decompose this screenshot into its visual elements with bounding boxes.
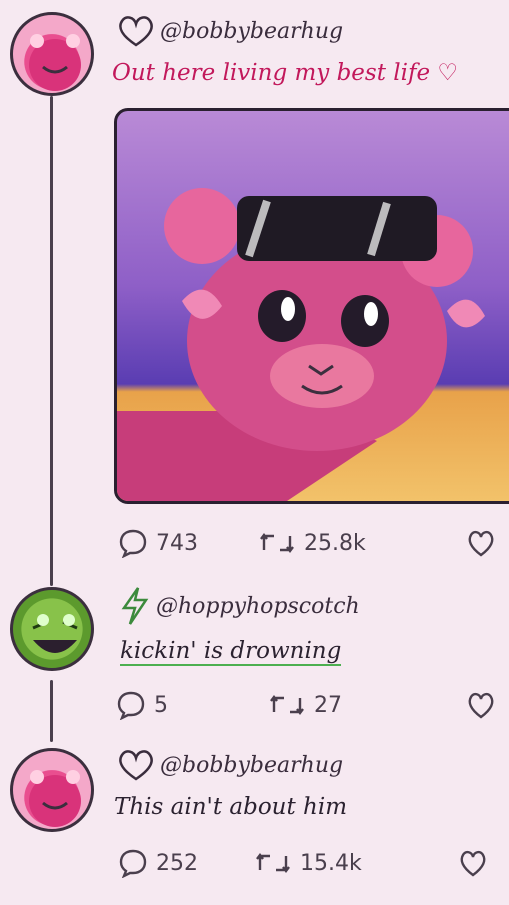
comment-icon bbox=[119, 529, 147, 558]
comment-icon bbox=[117, 691, 145, 720]
like-button[interactable] bbox=[466, 529, 496, 557]
repost-button[interactable]: 27 bbox=[268, 692, 342, 718]
frog-avatar-icon bbox=[32, 614, 78, 653]
comment-count: 252 bbox=[156, 850, 198, 876]
thread-line-1 bbox=[50, 96, 53, 586]
post-header: @hoppyhopscotch bbox=[118, 586, 360, 626]
avatar[interactable] bbox=[10, 748, 94, 832]
repost-count: 25.8k bbox=[304, 530, 366, 556]
comment-button[interactable]: 252 bbox=[118, 848, 198, 878]
repost-icon bbox=[256, 853, 290, 873]
post-text: kickin' is drowning bbox=[120, 638, 342, 666]
comment-count: 5 bbox=[154, 692, 168, 718]
post-actions: 5 27 bbox=[116, 690, 509, 720]
comment-button[interactable]: 743 bbox=[118, 528, 198, 558]
avatar[interactable] bbox=[10, 587, 94, 671]
comment-button[interactable]: 5 bbox=[116, 690, 168, 720]
heart-icon bbox=[116, 14, 156, 48]
post-text: This ain't about him bbox=[114, 794, 348, 820]
username[interactable]: @bobbybearhug bbox=[160, 19, 343, 44]
lightning-icon bbox=[118, 586, 152, 626]
like-icon bbox=[460, 850, 486, 877]
thread-line-2 bbox=[50, 680, 53, 742]
repost-button[interactable]: 25.8k bbox=[258, 530, 366, 556]
like-icon bbox=[468, 692, 494, 719]
repost-count: 15.4k bbox=[300, 850, 362, 876]
bear-avatar-icon bbox=[29, 34, 81, 91]
comment-count: 743 bbox=[156, 530, 198, 556]
username[interactable]: @hoppyhopscotch bbox=[156, 594, 360, 619]
post-text: Out here living my best life ♡ bbox=[112, 60, 459, 86]
repost-icon bbox=[260, 533, 294, 553]
comment-icon bbox=[119, 849, 147, 878]
username[interactable]: @bobbybearhug bbox=[160, 753, 343, 778]
like-button[interactable] bbox=[458, 849, 488, 877]
heart-icon bbox=[116, 748, 156, 782]
post-actions: 743 25.8k bbox=[118, 528, 509, 558]
bear-avatar-icon bbox=[29, 770, 81, 827]
avatar[interactable] bbox=[10, 12, 94, 96]
like-icon bbox=[468, 530, 494, 557]
bear-selfie-illustration bbox=[117, 188, 485, 501]
post-actions: 252 15.4k bbox=[118, 848, 509, 878]
post-header: @bobbybearhug bbox=[116, 14, 343, 48]
post-image[interactable] bbox=[114, 108, 509, 504]
repost-count: 27 bbox=[314, 692, 342, 718]
repost-icon bbox=[270, 695, 304, 715]
like-button[interactable] bbox=[466, 691, 496, 719]
post-header: @bobbybearhug bbox=[116, 748, 343, 782]
repost-button[interactable]: 15.4k bbox=[254, 850, 362, 876]
